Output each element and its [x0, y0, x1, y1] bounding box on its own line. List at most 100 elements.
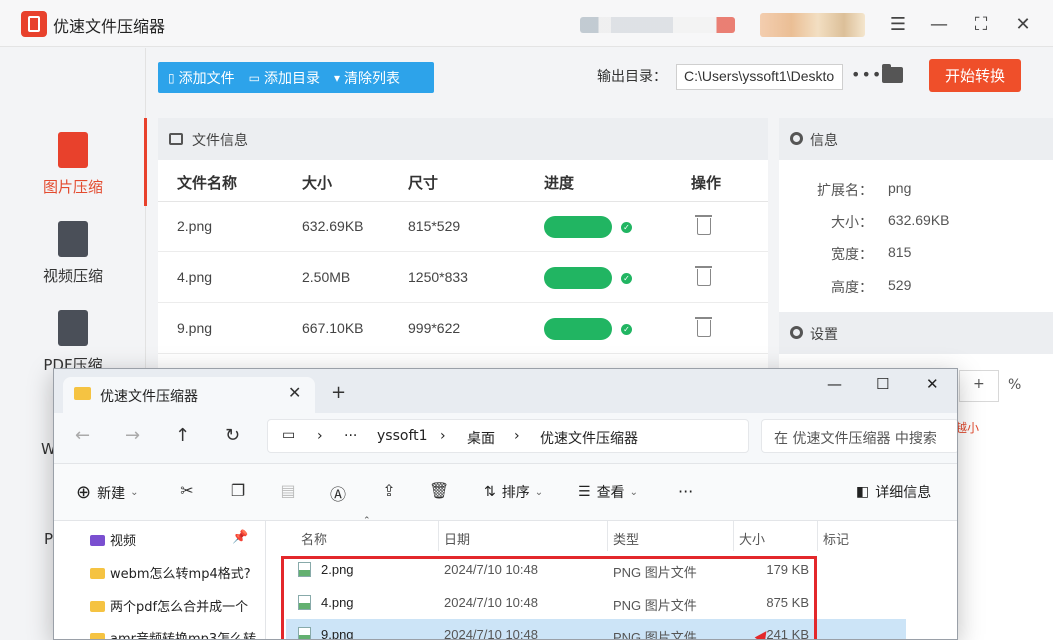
settings-title: 设置 — [810, 327, 838, 343]
menu-icon[interactable]: ☰ — [884, 10, 912, 38]
explorer-tab[interactable]: 优速文件压缩器 ✕ — [63, 377, 315, 413]
video-folder-icon — [90, 535, 105, 546]
new-tab-icon[interactable]: + — [331, 382, 346, 403]
open-folder-icon[interactable] — [882, 64, 903, 83]
sidebar-item-video[interactable]: 视频 📌 — [90, 530, 248, 549]
header-divider — [817, 521, 818, 551]
start-convert-button[interactable]: 开始转换 — [929, 59, 1021, 92]
close-icon[interactable]: ✕ — [926, 375, 939, 393]
info-header: 信息 — [779, 118, 1053, 160]
add-directory-button[interactable]: ▭ 添加目录 — [249, 68, 320, 88]
trash-icon: ▾ — [333, 70, 340, 85]
file-name: 9.png — [177, 320, 213, 336]
list-header-date[interactable]: 日期 — [444, 529, 470, 548]
delete-icon[interactable] — [695, 266, 712, 286]
percent-label: % — [1008, 377, 1022, 393]
more-options-icon[interactable]: ··· — [678, 482, 693, 501]
sidebar-item-folder[interactable]: webm怎么转mp4格式? — [90, 563, 251, 582]
delete-icon[interactable] — [695, 317, 712, 337]
close-tab-icon[interactable]: ✕ — [288, 383, 301, 402]
details-button[interactable]: ◧ 详细信息 — [856, 482, 931, 502]
header-divider — [438, 521, 439, 551]
check-icon: ✓ — [621, 324, 632, 335]
pin-icon: 📌 — [232, 530, 249, 545]
breadcrumb-item[interactable]: 桌面 — [467, 428, 495, 448]
progress-bar — [544, 267, 612, 289]
view-button[interactable]: ☰ 查看 ⌄ — [578, 482, 638, 502]
nav-partial-label: P — [44, 530, 54, 548]
file-explorer-window: 优速文件压缩器 ✕ + — ☐ ✕ ← → ↑ ↻ ▭ › ··· yssoft… — [53, 368, 958, 640]
output-path-field[interactable]: C:\Users\yssoft1\Deskto — [676, 64, 843, 90]
close-icon[interactable]: ✕ — [1009, 10, 1037, 38]
file-panel-header: 文件信息 — [158, 118, 768, 160]
pdf-file-icon — [58, 310, 88, 346]
list-header-tags[interactable]: 标记 — [823, 529, 849, 548]
explorer-nav-bar: ← → ↑ ↻ ▭ › ··· yssoft1 › 桌面 › 优速文件压缩器 在… — [54, 413, 957, 463]
computer-icon: ▭ — [282, 427, 296, 443]
quality-increase-button[interactable]: + — [959, 370, 999, 402]
sidebar-item-folder[interactable]: amr音频转换mp3怎么转 — [90, 628, 256, 639]
minimize-icon[interactable]: — — [925, 10, 953, 38]
gear-icon — [790, 132, 803, 145]
tab-title: 优速文件压缩器 — [100, 389, 198, 405]
cut-icon[interactable]: ✂ — [177, 481, 197, 501]
list-header-name[interactable]: 名称 — [301, 529, 327, 548]
details-pane-icon: ◧ — [856, 484, 870, 500]
up-icon[interactable]: ↑ — [175, 425, 190, 446]
list-view-icon: ☰ — [578, 484, 591, 500]
new-button[interactable]: ⊕ 新建 ⌄ — [76, 482, 138, 503]
check-icon: ✓ — [621, 273, 632, 284]
list-header-size[interactable]: 大小 — [739, 529, 765, 548]
file-size: 2.50MB — [302, 269, 351, 285]
file-dimensions: 815*529 — [408, 218, 461, 234]
paste-icon[interactable]: ▤ — [278, 481, 298, 501]
nav-label: 视频压缩 — [42, 267, 103, 285]
explorer-tab-bar: 优速文件压缩器 ✕ + — ☐ ✕ — [54, 369, 957, 413]
nav-video-compress[interactable]: 视频压缩 — [0, 207, 146, 295]
chevron-right-icon: › — [514, 428, 520, 444]
table-row[interactable]: 4.png 2.50MB 1250*833 ✓ — [158, 253, 768, 303]
table-row[interactable]: 9.png 667.10KB 999*622 ✓ — [158, 304, 768, 354]
delete-icon[interactable] — [695, 215, 712, 235]
header-divider — [733, 521, 734, 551]
col-dimensions: 尺寸 — [408, 174, 439, 192]
copy-icon[interactable]: ❐ — [228, 481, 248, 501]
file-table-header: 文件名称 大小 尺寸 进度 操作 — [158, 160, 768, 202]
rename-icon[interactable]: Ⓐ — [328, 481, 348, 504]
delete-icon[interactable]: 🗑 — [429, 481, 449, 501]
sidebar-item-folder[interactable]: 两个pdf怎么合并成一个 — [90, 596, 248, 615]
image-file-icon — [58, 132, 88, 168]
forward-icon[interactable]: → — [125, 425, 140, 446]
chevron-right-icon: › — [440, 428, 446, 444]
search-input[interactable]: 在 优速文件压缩器 中搜索 — [761, 419, 957, 453]
file-size: 632.69KB — [302, 218, 364, 234]
minimize-icon[interactable]: — — [827, 375, 842, 393]
nav-label: 图片压缩 — [42, 178, 103, 196]
share-icon[interactable]: ⇪ — [379, 481, 399, 501]
back-icon[interactable]: ← — [75, 425, 90, 446]
table-row[interactable]: 2.png 632.69KB 815*529 ✓ — [158, 202, 768, 252]
gear-icon — [790, 326, 803, 339]
clear-list-button[interactable]: ▾ 清除列表 — [334, 68, 400, 88]
list-header-type[interactable]: 类型 — [613, 529, 639, 548]
highlight-box — [281, 556, 817, 639]
nav-image-compress[interactable]: 图片压缩 — [0, 118, 147, 206]
maximize-icon[interactable]: ☐ — [876, 375, 889, 393]
col-name: 文件名称 — [177, 174, 238, 192]
chevron-right-icon: › — [317, 428, 323, 444]
maximize-icon[interactable]: ⛶ — [967, 10, 995, 38]
info-title: 信息 — [810, 133, 838, 149]
sort-button[interactable]: ⇅ 排序 ⌄ — [484, 482, 543, 502]
breadcrumb-item[interactable]: yssoft1 — [377, 428, 428, 444]
more-path-icon[interactable]: ··· — [344, 428, 357, 444]
more-options-icon[interactable]: ••• — [851, 65, 882, 84]
file-dimensions: 1250*833 — [408, 269, 468, 285]
address-bar[interactable]: ▭ › ··· yssoft1 › 桌面 › 优速文件压缩器 — [267, 419, 749, 453]
sort-up-icon: ⌃ — [363, 516, 371, 526]
refresh-icon[interactable]: ↻ — [225, 425, 240, 446]
col-actions: 操作 — [691, 174, 722, 192]
progress-bar — [544, 216, 612, 238]
add-file-button[interactable]: ▯ 添加文件 — [168, 68, 235, 88]
breadcrumb-item[interactable]: 优速文件压缩器 — [540, 428, 638, 448]
check-icon: ✓ — [621, 222, 632, 233]
